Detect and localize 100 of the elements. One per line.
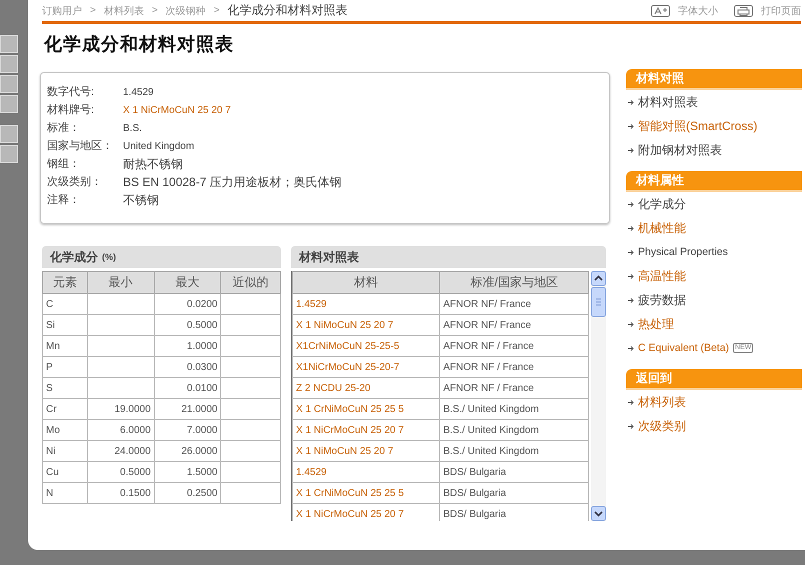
font-size-link[interactable]: 字体大小 (678, 4, 718, 18)
arrow-icon (628, 322, 634, 326)
material-link[interactable]: X 1 NiCrMoCuN 25 20 7 (123, 103, 603, 118)
field-value: BS EN 10028-7 压力用途板材；奥氏体钢 (123, 175, 343, 190)
field-value: B.S. (123, 122, 143, 136)
breadcrumb-link[interactable]: 次级钢种 (166, 4, 206, 18)
column-header: 标准/国家与地区 (440, 272, 588, 294)
sidebar-link[interactable]: 材料对照表 (638, 94, 698, 110)
table-cell: 0.1500 (87, 482, 154, 504)
sidebar-link[interactable]: 化学成分 (638, 196, 686, 212)
sidebar-link[interactable]: 高温性能 (638, 268, 686, 284)
table-cell: Ni (42, 440, 88, 462)
table-cell (87, 378, 154, 398)
column-header: 最小 (87, 272, 154, 294)
table-cell: B.S./ United Kingdom (440, 420, 588, 440)
column-header: 材料 (292, 272, 440, 294)
scroll-up-icon[interactable] (591, 271, 606, 286)
arrow-icon (628, 346, 634, 350)
arrow-icon (628, 274, 634, 278)
table-cell: Si (42, 314, 88, 336)
table-cell: B.S./ United Kingdom (440, 440, 588, 462)
section-title: 化学成分 (50, 248, 98, 266)
arrow-icon (628, 400, 634, 404)
field-value: 1.4529 (123, 86, 155, 100)
arrow-icon (628, 298, 634, 302)
field-label: 国家与地区： (47, 139, 114, 154)
sidebar-link[interactable]: 疲劳数据 (638, 292, 686, 308)
table-cell: 1.0000 (154, 336, 221, 356)
table-cell (220, 398, 280, 420)
field-label: 次级类别： (47, 175, 103, 190)
table-cell: Cr (42, 398, 88, 420)
table-cell: 1.5000 (154, 462, 221, 482)
table-cell: AFNOR NF/ France (440, 314, 588, 336)
sidebar-link[interactable]: 机械性能 (638, 220, 686, 236)
table-cell: N (42, 482, 88, 504)
font-size-icon[interactable] (651, 4, 670, 16)
column-header: 近似的 (220, 272, 280, 294)
sidebar-link[interactable]: Physical Properties (638, 246, 728, 258)
arrow-icon (628, 250, 634, 254)
breadcrumb-separator: > (152, 5, 158, 16)
side-tab[interactable] (0, 145, 18, 163)
sidebar-link[interactable]: 热处理 (638, 316, 674, 332)
column-header: 最大 (154, 272, 221, 294)
section-title: 材料对照表 (299, 248, 359, 266)
sidebar-link[interactable]: 智能对照(SmartCross) (638, 118, 758, 134)
table-cell: 21.0000 (154, 398, 221, 420)
field-label: 数字代号: (47, 85, 96, 100)
table-cell (220, 336, 280, 356)
table-cell (87, 356, 154, 378)
material-link[interactable]: 1.4529 (296, 298, 327, 310)
breadcrumb-separator: > (90, 5, 96, 16)
table-cell (220, 314, 280, 336)
print-link[interactable]: 打印页面 (761, 4, 801, 18)
table-cell: AFNOR NF / France (440, 378, 588, 398)
side-tab[interactable] (0, 55, 18, 73)
table-cell: BDS/ Bulgaria (440, 462, 588, 482)
material-link[interactable]: 1.4529 (296, 466, 327, 478)
arrow-icon (628, 148, 634, 152)
breadcrumb-current: 化学成分和材料对照表 (228, 2, 348, 19)
arrow-icon (628, 100, 634, 104)
table-cell: Mn (42, 336, 88, 356)
field-value: 不锈钢 (123, 193, 160, 208)
breadcrumb-link[interactable]: 订购用户 (42, 4, 82, 18)
table-cell (220, 482, 280, 504)
sidebar-link[interactable]: 附加钢材对照表 (638, 142, 722, 158)
sidebar-link[interactable]: 材料列表 (638, 394, 686, 410)
side-tab[interactable] (0, 95, 18, 113)
scroll-down-icon[interactable] (591, 506, 606, 521)
table-cell: 7.0000 (154, 420, 221, 440)
scroll-thumb[interactable] (591, 287, 606, 317)
table-cell (220, 294, 280, 314)
breadcrumb-link[interactable]: 材料列表 (104, 4, 144, 18)
page-title: 化学成分和材料对照表 (44, 33, 234, 56)
table-cell (220, 356, 280, 378)
side-tab[interactable] (0, 75, 18, 93)
table-cell: Cu (42, 462, 88, 482)
field-value: United Kingdom (123, 140, 196, 154)
field-value: 耐热不锈钢 (123, 157, 184, 172)
field-label: 注释： (47, 193, 81, 208)
table-cell (87, 336, 154, 356)
table-cell: 0.0300 (154, 356, 221, 378)
field-label: 材料牌号: (47, 103, 96, 118)
table-cell: C (42, 294, 88, 314)
table-cell: 19.0000 (87, 398, 154, 420)
table-cell: 26.0000 (154, 440, 221, 462)
field-label: 标准： (47, 121, 81, 136)
table-cell (220, 378, 280, 398)
printer-icon[interactable] (734, 4, 753, 16)
breadcrumb-separator: > (214, 5, 220, 16)
side-tab[interactable] (0, 35, 18, 53)
table-cell: Mo (42, 420, 88, 440)
sidebar-link[interactable]: 次级类别 (638, 418, 686, 434)
sidebar-link[interactable]: C Equivalent (Beta) (638, 342, 730, 354)
side-tab[interactable] (0, 125, 18, 143)
table-cell: AFNOR NF/ France (440, 294, 588, 314)
table-cell: AFNOR NF / France (440, 356, 588, 378)
sidebar-header: 材料属性 (626, 171, 802, 192)
arrow-icon (628, 124, 634, 128)
scrollbar[interactable] (591, 271, 606, 521)
column-header: 元素 (42, 272, 88, 294)
